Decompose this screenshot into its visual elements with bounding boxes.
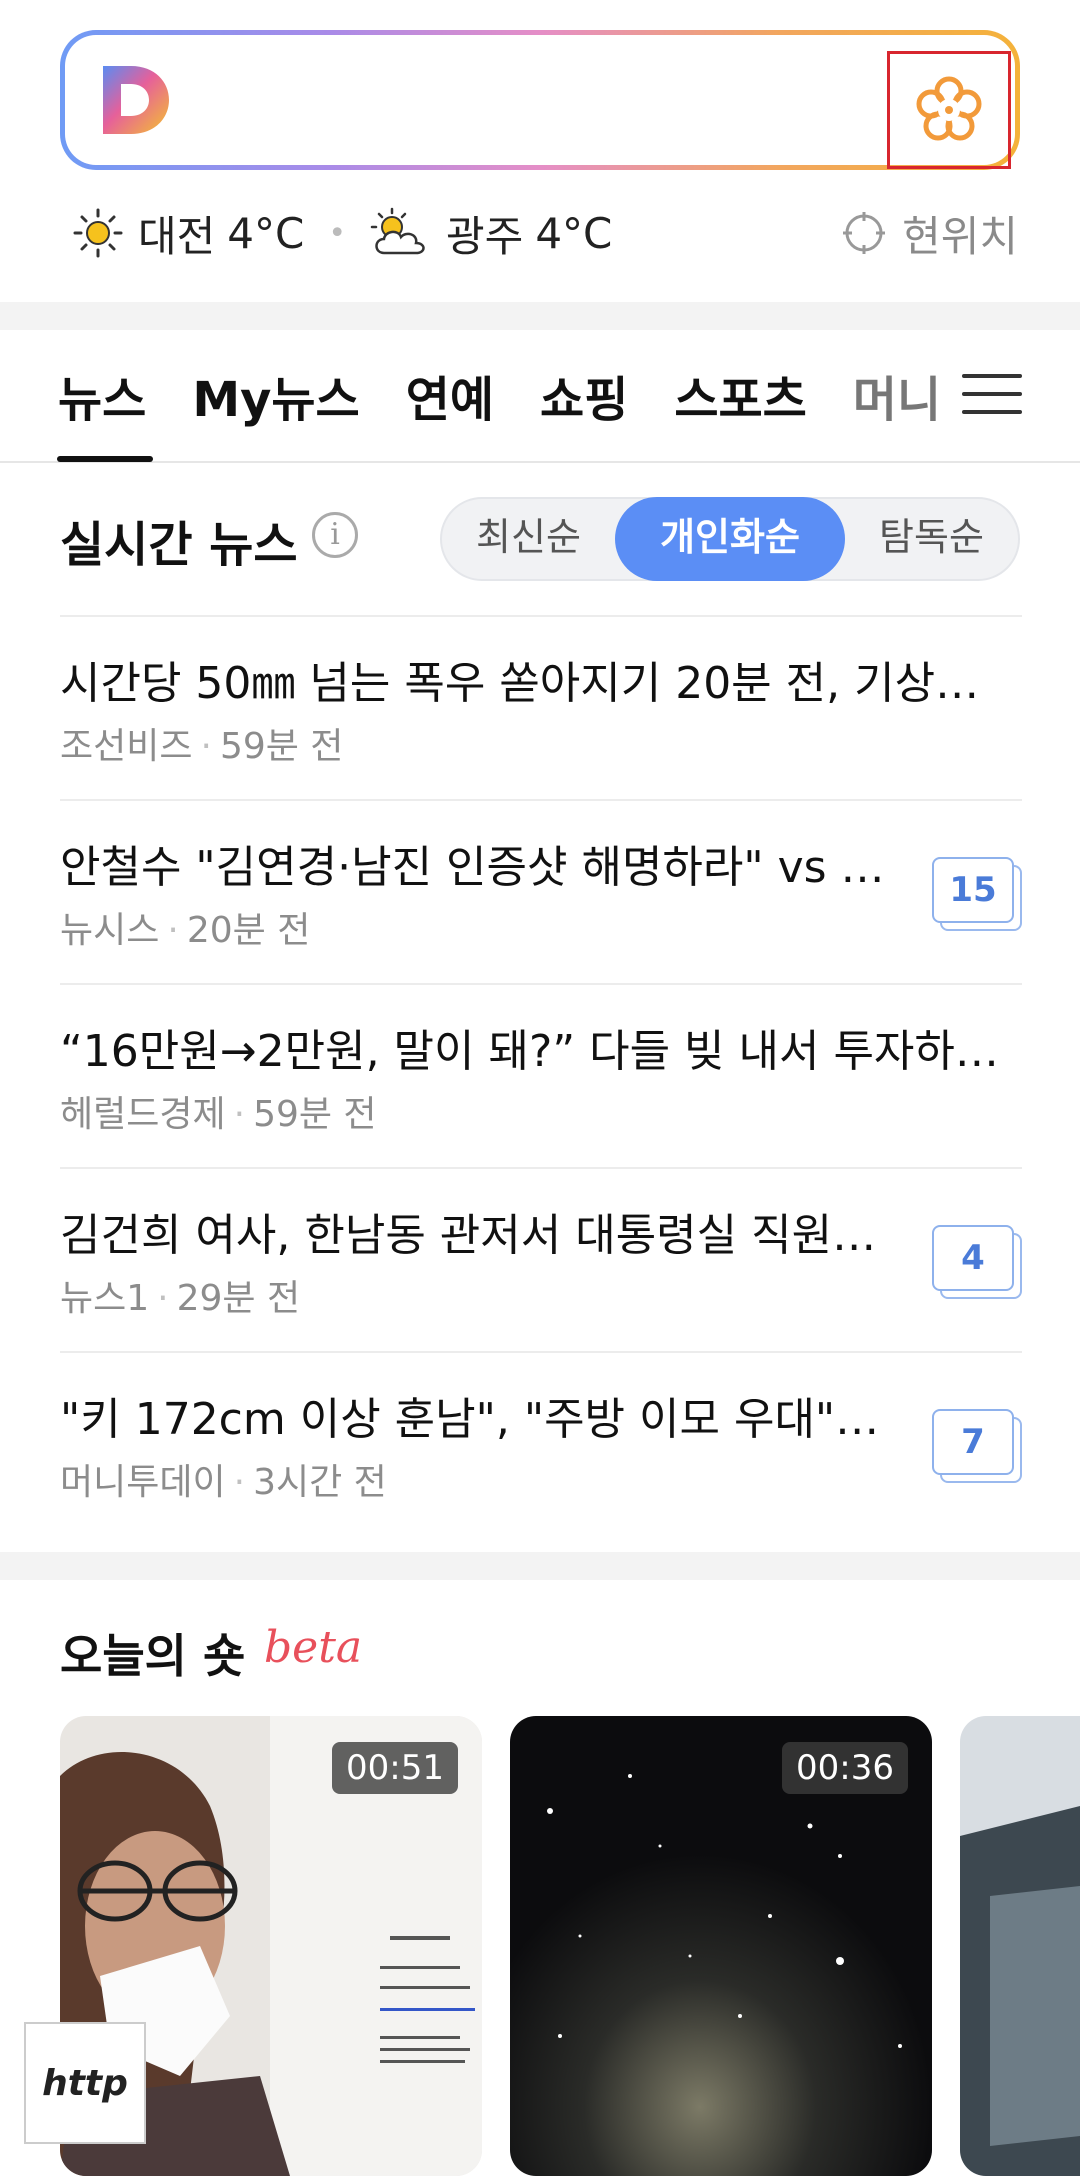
shot-card[interactable]: 00:36 bbox=[510, 1716, 932, 2176]
sort-deep-read[interactable]: 탐독순 bbox=[845, 497, 1018, 581]
news-item[interactable]: 안철수 "김연경·남진 인증샷 해명하라" vs … 뉴시스 · 20분 전 15 bbox=[60, 799, 1022, 983]
news-item[interactable]: “16만원→2만원, 말이 돼?” 다들 빚 내서 투자하… 헤럴드경제 · 59분… bbox=[60, 983, 1022, 1167]
shot-duration: 00:51 bbox=[332, 1742, 458, 1794]
news-title: 김건희 여사, 한남동 관저서 대통령실 직원 … bbox=[60, 1210, 890, 1261]
realtime-news-title: 실시간 뉴스 bbox=[60, 517, 298, 573]
hamburger-line bbox=[962, 410, 1022, 414]
sort-latest[interactable]: 최신순 bbox=[442, 497, 615, 581]
news-meta: 조선비즈 · 59분 전 bbox=[60, 717, 343, 769]
news-time: 29분 전 bbox=[176, 1278, 301, 1319]
badge-count: 4 bbox=[932, 1225, 1014, 1291]
sun-icon bbox=[73, 208, 123, 258]
sort-segmented-control: 최신순 개인화순 탐독순 bbox=[440, 497, 1020, 581]
related-count-badge[interactable]: 4 bbox=[932, 1225, 1022, 1299]
hamburger-icon bbox=[962, 374, 1022, 378]
active-tab-indicator bbox=[57, 456, 153, 462]
news-item[interactable]: 시간당 50㎜ 넘는 폭우 쏟아지기 20분 전, 기상… 조선비즈 · 59분 전 bbox=[60, 615, 1022, 799]
news-source: 머니투데이 bbox=[60, 1462, 226, 1503]
news-time: 3시간 전 bbox=[253, 1462, 387, 1503]
meta-dot: · bbox=[233, 1462, 246, 1503]
news-meta: 뉴시스 · 20분 전 bbox=[60, 901, 310, 953]
search-bar[interactable] bbox=[60, 30, 1020, 170]
news-time: 59분 전 bbox=[253, 1094, 377, 1135]
flower-icon bbox=[916, 76, 982, 141]
tab-shopping[interactable]: 쇼핑 bbox=[540, 360, 628, 440]
news-meta: 헤럴드경제 · 59분 전 bbox=[60, 1085, 377, 1137]
category-tabs: 뉴스 My뉴스 연예 쇼핑 스포츠 머니 bbox=[58, 360, 987, 440]
news-title: "키 172cm 이상 훈남", "주방 이모 우대"…… bbox=[60, 1394, 890, 1445]
news-title: “16만원→2만원, 말이 돼?” 다들 빚 내서 투자하… bbox=[60, 1026, 999, 1077]
news-source: 조선비즈 bbox=[60, 726, 193, 767]
shots-beta-badge: beta bbox=[264, 1622, 363, 1673]
shots-title: 오늘의 숏 bbox=[60, 1629, 246, 1683]
meta-dot: · bbox=[200, 726, 212, 767]
shot-card[interactable] bbox=[960, 1716, 1080, 2176]
news-meta: 뉴스1 · 29분 전 bbox=[60, 1269, 300, 1321]
related-count-badge[interactable]: 15 bbox=[932, 857, 1022, 931]
search-inner[interactable] bbox=[65, 35, 1015, 169]
weather-city-2: 광주 bbox=[446, 211, 524, 261]
weather-city-1: 대전 bbox=[138, 211, 216, 261]
news-source: 뉴시스 bbox=[60, 910, 160, 951]
news-title: 시간당 50㎜ 넘는 폭우 쏟아지기 20분 전, 기상… bbox=[60, 658, 980, 709]
tab-sports[interactable]: 스포츠 bbox=[674, 360, 806, 440]
section-divider bbox=[0, 1552, 1080, 1580]
shot-duration: 00:36 bbox=[782, 1742, 908, 1794]
tab-money[interactable]: 머니 bbox=[853, 360, 941, 440]
section-divider bbox=[0, 302, 1080, 330]
hamburger-line bbox=[962, 392, 1022, 396]
crosshair-icon bbox=[843, 212, 886, 254]
weather-row[interactable]: 대전 4°C • 광주 4°C bbox=[72, 200, 612, 266]
partly-cloudy-icon bbox=[370, 207, 425, 255]
tab-entertainment[interactable]: 연예 bbox=[406, 360, 494, 440]
meta-dot: · bbox=[233, 1094, 246, 1135]
news-time: 59분 전 bbox=[219, 726, 344, 767]
daum-logo-icon bbox=[103, 66, 169, 134]
weather-separator: • bbox=[328, 215, 347, 251]
location-label: 현위치 bbox=[902, 211, 1018, 261]
news-time: 20분 전 bbox=[186, 910, 311, 951]
weather-temp-2: 4°C bbox=[535, 208, 613, 258]
news-meta: 머니투데이 · 3시간 전 bbox=[60, 1453, 387, 1505]
flower-button[interactable] bbox=[887, 51, 1011, 169]
related-count-badge[interactable]: 7 bbox=[932, 1409, 1022, 1483]
meta-dot: · bbox=[157, 1278, 169, 1319]
sort-personalized[interactable]: 개인화순 bbox=[615, 497, 845, 581]
http-overlay-label[interactable]: http bbox=[24, 2022, 146, 2144]
weather-temp-1: 4°C bbox=[227, 208, 305, 258]
meta-dot: · bbox=[167, 910, 179, 951]
news-item[interactable]: 김건희 여사, 한남동 관저서 대통령실 직원 … 뉴스1 · 29분 전 4 bbox=[60, 1167, 1022, 1351]
tabs-divider bbox=[0, 461, 1080, 463]
news-source: 헤럴드경제 bbox=[60, 1094, 226, 1135]
news-source: 뉴스1 bbox=[60, 1278, 150, 1319]
news-item[interactable]: "키 172cm 이상 훈남", "주방 이모 우대"…… 머니투데이 · 3시간 … bbox=[60, 1351, 1022, 1535]
badge-count: 15 bbox=[932, 857, 1014, 923]
badge-count: 7 bbox=[932, 1409, 1014, 1475]
shot-thumbnail bbox=[960, 1716, 1080, 2176]
tab-news[interactable]: 뉴스 bbox=[58, 360, 146, 440]
info-icon[interactable]: i bbox=[312, 512, 358, 558]
news-title: 안철수 "김연경·남진 인증샷 해명하라" vs … bbox=[60, 842, 885, 893]
menu-button[interactable] bbox=[962, 374, 1022, 418]
current-location-button[interactable]: 현위치 bbox=[842, 200, 1018, 266]
news-list: 시간당 50㎜ 넘는 폭우 쏟아지기 20분 전, 기상… 조선비즈 · 59분 전… bbox=[60, 615, 1022, 1535]
tab-my-news[interactable]: My뉴스 bbox=[192, 360, 359, 440]
